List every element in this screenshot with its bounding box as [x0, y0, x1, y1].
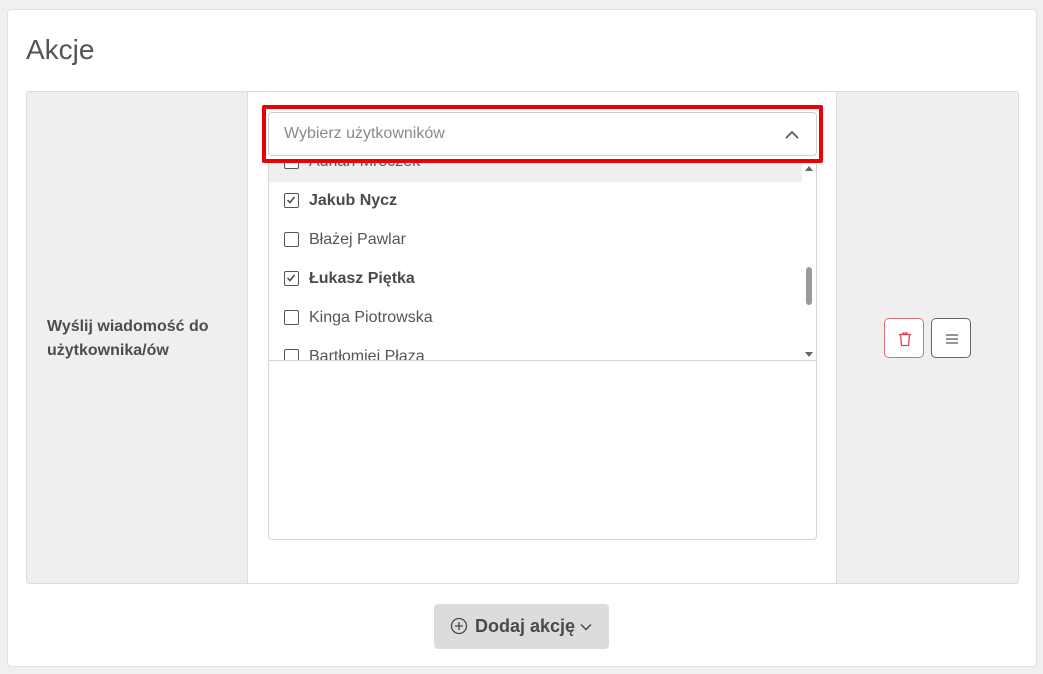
option-label: Błażej Pawlar [309, 231, 406, 248]
action-buttons-cell [836, 92, 1018, 583]
chevron-down-icon [580, 623, 592, 631]
option-label: Adrian Mroczek [309, 162, 420, 171]
scroll-thumb[interactable] [806, 267, 812, 305]
plus-circle-icon [450, 617, 468, 635]
multiselect-placeholder: Wybierz użytkowników [284, 125, 445, 142]
list-item[interactable]: Błażej Pawlar [269, 221, 802, 260]
actions-card: Akcje Wyślij wiadomość do użytkownika/ów… [7, 9, 1037, 667]
users-dropdown: Adrian Mroczek Jakub Nycz Błażej Pawlar … [268, 161, 817, 540]
action-row: Wyślij wiadomość do użytkownika/ów Wybie… [26, 91, 1019, 584]
option-label: Kinga Piotrowska [309, 309, 433, 326]
options-scrollbar[interactable] [802, 162, 816, 360]
users-options-list[interactable]: Adrian Mroczek Jakub Nycz Błażej Pawlar … [269, 162, 816, 361]
action-type-label: Wyślij wiadomość do użytkownika/ów [47, 318, 209, 359]
list-item[interactable]: Bartłomiej Płaza [269, 338, 802, 361]
checkbox[interactable] [284, 349, 299, 360]
option-label: Jakub Nycz [309, 192, 398, 209]
users-multiselect[interactable]: Wybierz użytkowników [268, 112, 817, 156]
delete-action-button[interactable] [884, 318, 924, 358]
page-title: Akcje [26, 34, 95, 65]
reorder-action-button[interactable] [931, 318, 971, 358]
checkbox-checked[interactable] [284, 193, 299, 208]
checkbox[interactable] [284, 310, 299, 325]
checkbox[interactable] [284, 162, 299, 169]
action-label-cell: Wyślij wiadomość do użytkownika/ów [27, 92, 248, 583]
option-label: Łukasz Piętka [309, 270, 415, 287]
hamburger-icon [946, 334, 958, 344]
option-label: Bartłomiej Płaza [309, 348, 425, 361]
checkbox-checked[interactable] [284, 271, 299, 286]
chevron-up-icon[interactable] [784, 127, 800, 143]
list-item[interactable]: Adrian Mroczek [269, 162, 802, 182]
add-action-label: Dodaj akcję [475, 616, 576, 636]
add-action-button[interactable]: Dodaj akcję [434, 604, 609, 649]
scroll-down-arrow[interactable] [805, 352, 813, 357]
trash-icon [899, 332, 911, 347]
scroll-up-arrow[interactable] [805, 166, 813, 171]
checkbox[interactable] [284, 232, 299, 247]
list-item[interactable]: Łukasz Piętka [269, 260, 802, 299]
list-item[interactable]: Jakub Nycz [269, 182, 802, 221]
list-item[interactable]: Kinga Piotrowska [269, 299, 802, 338]
